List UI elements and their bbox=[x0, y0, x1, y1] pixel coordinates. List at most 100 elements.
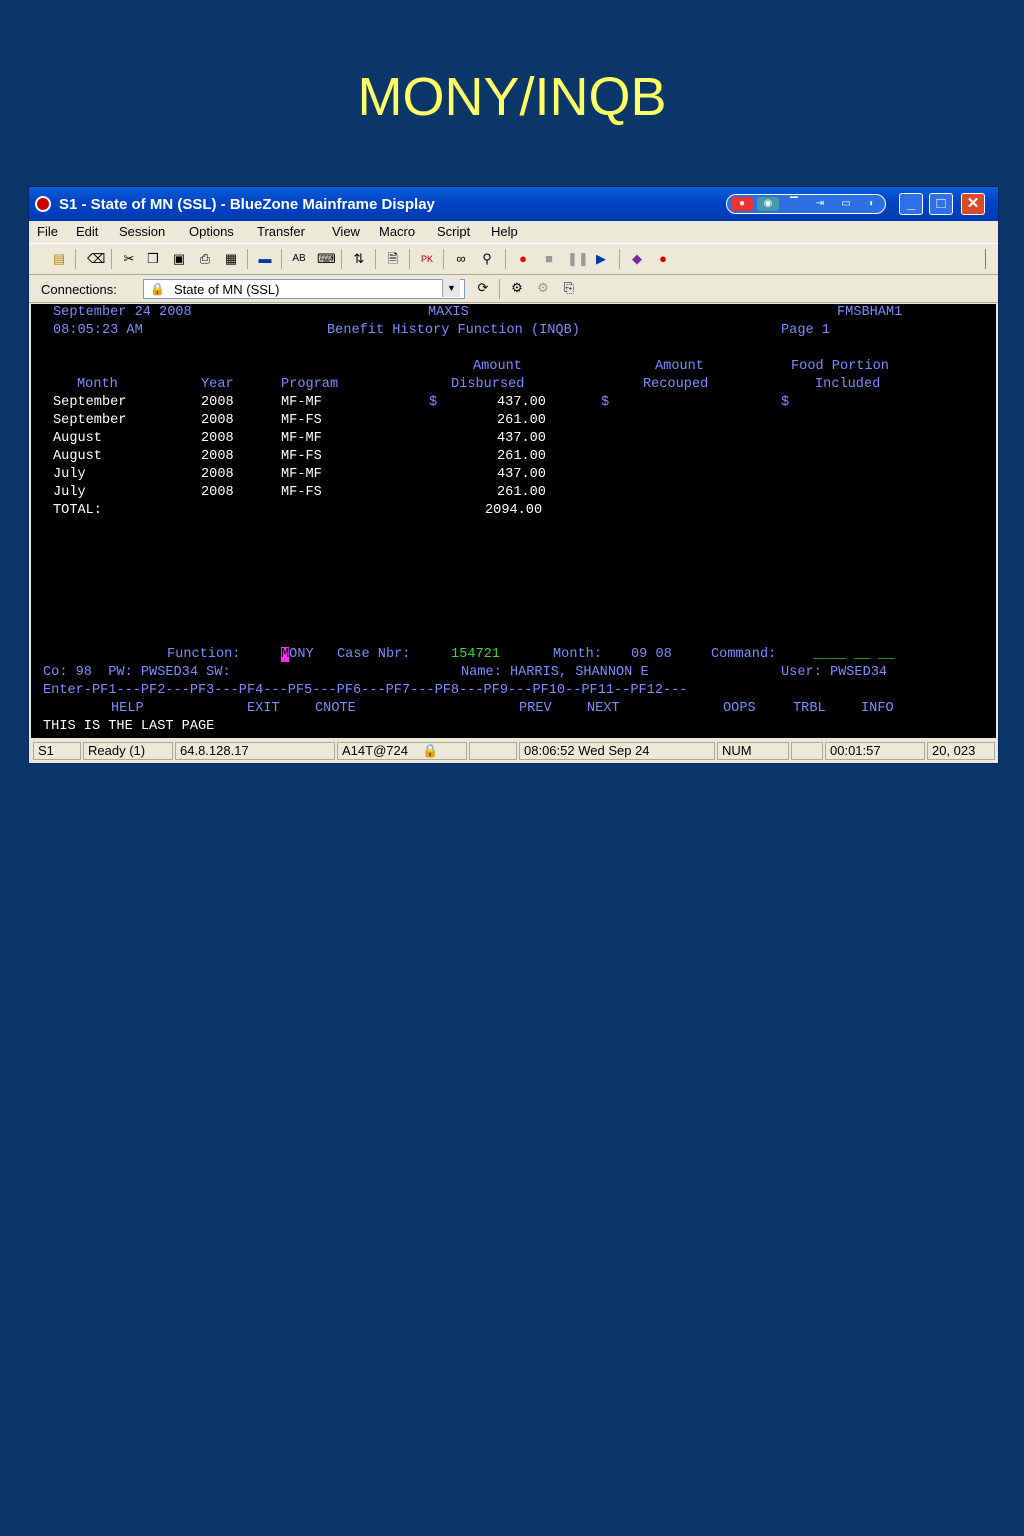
cut-icon[interactable]: ✂ bbox=[121, 251, 137, 267]
command-label: Command: bbox=[711, 647, 777, 662]
pf4-cnote[interactable]: CNOTE bbox=[315, 701, 356, 716]
minimize-button[interactable]: _ bbox=[899, 193, 923, 215]
keyboard-icon[interactable]: ⌨ bbox=[317, 251, 336, 267]
pf10-oops[interactable]: OOPS bbox=[723, 701, 756, 716]
eye-icon[interactable]: ◉ bbox=[757, 197, 779, 211]
month-field[interactable]: 09 08 bbox=[631, 647, 672, 662]
row-dollar-included: $ bbox=[781, 395, 790, 410]
bluezone-window: S1 - State of MN (SSL) - BlueZone Mainfr… bbox=[28, 186, 999, 764]
status-message: THIS IS THE LAST PAGE bbox=[43, 719, 215, 734]
pf3-exit[interactable]: EXIT bbox=[247, 701, 280, 716]
copy-icon[interactable]: ❐ bbox=[145, 251, 161, 267]
connections-bar: Connections: 🔒 State of MN (SSL) ▼ ⟳ ⚙ ⚙… bbox=[29, 275, 998, 303]
status-empty bbox=[469, 742, 517, 760]
slide-title: MONY/INQB bbox=[357, 67, 667, 127]
status-cursor-position: 20, 023 bbox=[927, 742, 995, 760]
row-year: 2008 bbox=[201, 413, 234, 428]
menu-options[interactable]: Options bbox=[189, 224, 234, 239]
find-icon[interactable]: ∞ bbox=[453, 251, 469, 267]
apple-icon[interactable]: ● bbox=[655, 251, 671, 267]
col-included: Included bbox=[815, 377, 881, 392]
connect-session-icon[interactable]: ⚙ bbox=[509, 280, 525, 296]
row-program: MF-FS bbox=[281, 449, 322, 464]
window-title: S1 - State of MN (SSL) - BlueZone Mainfr… bbox=[59, 196, 435, 213]
menu-edit[interactable]: Edit bbox=[76, 224, 98, 239]
row-dollar-recouped: $ bbox=[601, 395, 610, 410]
connections-label: Connections: bbox=[41, 282, 117, 297]
pf7-prev[interactable]: PREV bbox=[519, 701, 552, 716]
pf12-info[interactable]: INFO bbox=[861, 701, 894, 716]
bar-icon[interactable]: ▭ bbox=[835, 197, 857, 211]
status-ip: 64.8.128.17 bbox=[175, 742, 335, 760]
refresh-icon[interactable]: ⟳ bbox=[475, 280, 491, 296]
row-program: MF-MF bbox=[281, 467, 322, 482]
pf8-next[interactable]: NEXT bbox=[587, 701, 620, 716]
row-disbursed: 261.00 bbox=[497, 413, 546, 428]
transfer-icon[interactable]: ⇅ bbox=[351, 251, 367, 267]
row-disbursed: 261.00 bbox=[497, 485, 546, 500]
row-program: MF-MF bbox=[281, 395, 322, 410]
screen-page: Page 1 bbox=[781, 323, 830, 338]
menu-view[interactable]: View bbox=[332, 224, 360, 239]
maximize-button[interactable]: □ bbox=[929, 193, 953, 215]
row-program: MF-FS bbox=[281, 485, 322, 500]
row-dollar-disbursed: $ bbox=[429, 395, 438, 410]
menu-transfer[interactable]: Transfer bbox=[257, 224, 305, 239]
status-terminal: A14T@724 🔒 bbox=[337, 742, 467, 760]
bluezone-control-pill: ● ◉ ▔ ⇥ ▭ ◐ bbox=[726, 194, 886, 214]
function-field[interactable]: MONY bbox=[281, 647, 314, 662]
pk-icon[interactable]: PK bbox=[419, 251, 435, 267]
terminal-screen[interactable]: September 24 2008 MAXIS FMSBHAM1 08:05:2… bbox=[31, 304, 996, 738]
document-icon[interactable]: 🗎 bbox=[385, 251, 401, 267]
dock-icon[interactable]: ⇥ bbox=[809, 197, 831, 211]
display-icon[interactable]: ▬ bbox=[257, 251, 273, 267]
paste-icon[interactable]: ▦ bbox=[223, 251, 239, 267]
row-month: August bbox=[53, 449, 102, 464]
window-titlebar[interactable]: S1 - State of MN (SSL) - BlueZone Mainfr… bbox=[29, 187, 998, 221]
case-field[interactable]: 154721 bbox=[451, 647, 500, 662]
bluezone-app-icon[interactable] bbox=[35, 196, 51, 212]
month-label: Month: bbox=[553, 647, 602, 662]
disconnect-icon[interactable]: ⌫ bbox=[87, 251, 105, 267]
font-icon[interactable]: AB bbox=[291, 251, 307, 267]
menu-macro[interactable]: Macro bbox=[379, 224, 415, 239]
col-program: Program bbox=[281, 377, 339, 392]
menu-help[interactable]: Help bbox=[491, 224, 518, 239]
close-button[interactable]: ✕ bbox=[961, 193, 985, 215]
record-macro-icon[interactable]: ● bbox=[515, 251, 531, 267]
screen-id: FMSBHAM1 bbox=[837, 305, 903, 320]
total-label: TOTAL: bbox=[53, 503, 102, 518]
zoom-icon[interactable]: ⚲ bbox=[479, 251, 495, 267]
expand-icon[interactable]: ◐ bbox=[861, 197, 883, 211]
case-label: Case Nbr: bbox=[337, 647, 411, 662]
status-bar: S1 Ready (1) 64.8.128.17 A14T@724 🔒 08:06… bbox=[29, 739, 998, 763]
row-program: MF-MF bbox=[281, 431, 322, 446]
pf1-help[interactable]: HELP bbox=[111, 701, 144, 716]
function-value: ONY bbox=[289, 647, 314, 662]
chevron-down-icon[interactable]: ▼ bbox=[442, 279, 460, 297]
menu-file[interactable]: File bbox=[37, 224, 58, 239]
toolbar-separator bbox=[247, 249, 248, 269]
menu-session[interactable]: Session bbox=[119, 224, 165, 239]
row-disbursed: 437.00 bbox=[497, 431, 546, 446]
command-field[interactable]: ____ __ __ bbox=[813, 647, 895, 662]
row-month: September bbox=[53, 395, 127, 410]
connect-icon[interactable]: ▤ bbox=[51, 251, 67, 267]
pf11-trbl[interactable]: TRBL bbox=[793, 701, 826, 716]
toolbar-separator bbox=[409, 249, 410, 269]
status-datetime: 08:06:52 Wed Sep 24 bbox=[519, 742, 715, 760]
print-preview-icon[interactable]: ⎘ bbox=[561, 280, 577, 296]
record-icon[interactable]: ● bbox=[731, 197, 753, 211]
menu-script[interactable]: Script bbox=[437, 224, 470, 239]
disconnect-session-icon[interactable]: ⚙ bbox=[535, 280, 551, 296]
print-icon[interactable]: ⎙ bbox=[197, 251, 213, 267]
status-num: NUM bbox=[717, 742, 789, 760]
col-disbursed: Disbursed bbox=[451, 377, 525, 392]
pin-icon[interactable]: ▔ bbox=[783, 197, 805, 211]
pause-icon[interactable]: ❚❚ bbox=[567, 251, 589, 267]
book-icon[interactable]: ◆ bbox=[629, 251, 645, 267]
save-icon[interactable]: ▣ bbox=[171, 251, 187, 267]
stop-icon[interactable]: ■ bbox=[541, 251, 557, 267]
connections-dropdown[interactable]: 🔒 State of MN (SSL) bbox=[143, 279, 465, 299]
play-icon[interactable]: ▶ bbox=[593, 251, 609, 267]
